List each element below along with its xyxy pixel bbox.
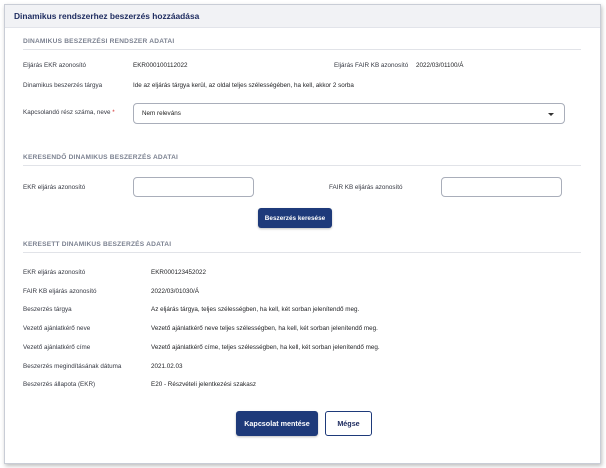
label-lead-contracting-address: Vezető ajánlatkérő címe <box>23 344 91 351</box>
label-procurement-status: Beszerzés állapota (EKR) <box>23 381 96 388</box>
section-heading-system: DINAMIKUS BESZERZÉSI RENDSZER ADATAI <box>23 38 581 50</box>
value-procedure-ekr-id: EKR000100112022 <box>133 62 188 69</box>
section-heading-found: KERESETT DINAMIKUS BESZERZÉS ADATAI <box>23 241 581 253</box>
label-lead-contracting-name: Vezető ajánlatkérő neve <box>23 325 91 332</box>
dialog-window: Dinamikus rendszerhez beszerzés hozzáadá… <box>4 4 601 464</box>
dialog-titlebar: Dinamikus rendszerhez beszerzés hozzáadá… <box>5 5 600 28</box>
value-found-ekr-id: EKR000123452022 <box>151 269 206 276</box>
value-procurement-status: E20 - Részvételi jelentkezési szakasz <box>151 381 256 388</box>
value-procedure-fair-id: 2022/03/01100/Á <box>416 62 464 69</box>
label-procedure-ekr-id: Eljárás EKR azonosító <box>23 62 86 69</box>
part-select-dropdown[interactable]: Nem releváns <box>133 103 565 124</box>
save-connection-button[interactable]: Kapcsolat mentése <box>236 411 318 436</box>
value-found-subject: Az eljárás tárgya, teljes szélességben, … <box>151 306 360 313</box>
search-procurement-button[interactable]: Beszerzés keresése <box>258 208 332 228</box>
label-procedure-fair-id: Eljárás FAIR KB azonosító <box>334 62 409 69</box>
dialog-title: Dinamikus rendszerhez beszerzés hozzáadá… <box>14 11 200 21</box>
label-search-fair-id: FAIR KB eljárás azonosító <box>329 184 403 191</box>
label-dynamic-subject: Dinamikus beszerzés tárgya <box>23 82 103 89</box>
cancel-button[interactable]: Mégse <box>325 411 372 436</box>
label-found-ekr-id: EKR eljárás azonosító <box>23 269 86 276</box>
required-mark: * <box>112 109 115 116</box>
label-found-fair-id: FAIR KB eljárás azonosító <box>23 288 97 295</box>
search-ekr-input[interactable] <box>133 177 254 197</box>
label-found-subject: Beszerzés tárgya <box>23 306 72 313</box>
value-lead-contracting-name: Vezető ajánlatkérő neve teljes szélesség… <box>151 325 378 332</box>
label-search-ekr-id: EKR eljárás azonosító <box>23 184 86 191</box>
value-lead-contracting-address: Vezető ajánlatkérő címe, teljes szélessé… <box>151 344 380 351</box>
search-fair-input[interactable] <box>441 177 562 197</box>
chevron-down-icon <box>548 113 554 116</box>
label-start-date: Beszerzés megindításának dátuma <box>23 363 122 370</box>
value-found-fair-id: 2022/03/01030/Á <box>151 288 199 295</box>
section-heading-search: KERESENDŐ DINAMIKUS BESZERZÉS ADATAI <box>23 154 581 166</box>
part-select-value: Nem releváns <box>142 110 181 117</box>
value-start-date: 2021.02.03 <box>151 363 183 370</box>
value-dynamic-subject: Ide az eljárás tárgya kerül, az oldal te… <box>133 82 354 89</box>
label-part-select: Kapcsolandó rész száma, neve * <box>23 109 115 116</box>
